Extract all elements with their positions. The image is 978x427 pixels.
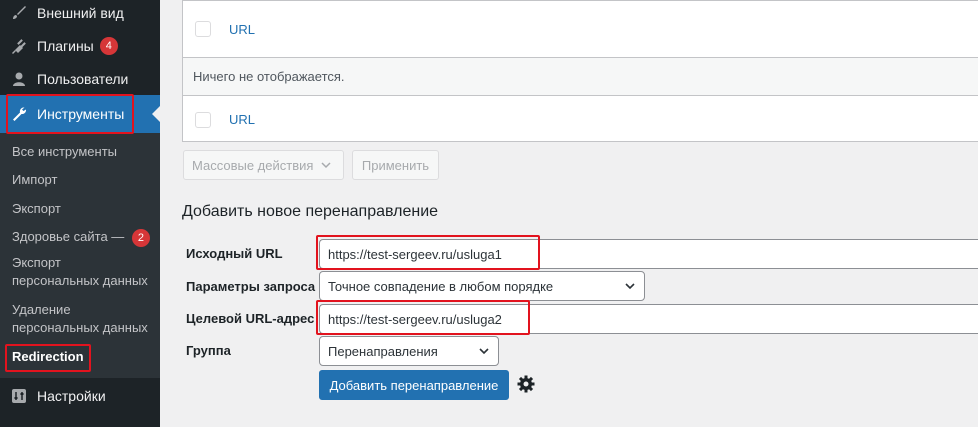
- submenu-all-tools[interactable]: Все инструменты: [12, 143, 117, 161]
- submenu-label: Экспорт: [12, 255, 61, 270]
- source-url-input[interactable]: https://test-sergeev.ru/usluga1: [319, 239, 978, 269]
- table-row: URL: [183, 1, 978, 58]
- chevron-down-icon: [321, 160, 331, 170]
- brush-icon: [9, 3, 29, 23]
- submenu-label-line2: персональных данных: [12, 273, 148, 288]
- menu-item-tools[interactable]: Инструменты: [0, 95, 160, 133]
- column-url-link[interactable]: URL: [229, 22, 255, 37]
- target-url-input[interactable]: https://test-sergeev.ru/usluga2: [319, 304, 978, 334]
- submenu-label: Здоровье сайта —: [12, 229, 125, 244]
- add-redirect-button[interactable]: Добавить перенаправление: [319, 370, 509, 400]
- user-icon: [9, 69, 29, 89]
- menu-item-users[interactable]: Пользователи: [0, 67, 160, 91]
- target-url-label: Целевой URL-адрес: [186, 311, 315, 326]
- menu-label: Внешний вид: [37, 5, 124, 21]
- submenu-label-line2: персональных данных: [12, 320, 148, 335]
- submenu-label: Удаление: [12, 302, 71, 317]
- group-select[interactable]: Перенаправления: [319, 336, 499, 366]
- submenu-export[interactable]: Экспорт: [12, 200, 61, 218]
- query-params-value: Точное совпадение в любом порядке: [328, 278, 554, 294]
- tools-submenu: Все инструменты Импорт Экспорт Здоровье …: [0, 133, 160, 378]
- row-checkbox[interactable]: [195, 21, 211, 37]
- query-params-select[interactable]: Точное совпадение в любом порядке: [319, 271, 645, 301]
- settings-icon: [9, 386, 29, 406]
- bulk-actions-select[interactable]: Массовые действия: [183, 150, 344, 180]
- bulk-actions-label: Массовые действия: [192, 157, 314, 173]
- column-url-link[interactable]: URL: [229, 112, 255, 127]
- plugin-icon: [9, 36, 29, 56]
- chevron-down-icon: [479, 348, 489, 355]
- menu-item-settings[interactable]: Настройки: [0, 384, 160, 408]
- plugins-update-badge: 4: [99, 37, 118, 55]
- site-health-badge: 2: [131, 229, 150, 247]
- menu-label: Настройки: [37, 388, 106, 404]
- gear-icon[interactable]: [516, 374, 536, 394]
- menu-item-plugins[interactable]: Плагины 4: [0, 34, 160, 58]
- submenu-import[interactable]: Импорт: [12, 171, 57, 189]
- empty-message: Ничего не отображается.: [193, 69, 345, 84]
- submenu-redirection[interactable]: Redirection: [12, 348, 84, 366]
- redirects-table: URL Ничего не отображается. URL: [182, 0, 978, 142]
- empty-row: Ничего не отображается.: [183, 58, 978, 96]
- submenu-erase-personal-data[interactable]: Удаление персональных данных: [12, 301, 148, 337]
- wrench-icon: [9, 104, 29, 124]
- source-url-label: Исходный URL: [186, 246, 283, 261]
- menu-item-appearance[interactable]: Внешний вид: [0, 0, 160, 26]
- apply-button[interactable]: Применить: [352, 150, 439, 180]
- menu-label: Пользователи: [37, 71, 129, 87]
- submenu-site-health[interactable]: Здоровье сайта — 2: [12, 228, 150, 247]
- menu-label: Плагины: [37, 38, 94, 54]
- group-label: Группа: [186, 343, 231, 358]
- admin-sidebar: Внешний вид Плагины 4 Пользователи Инстр…: [0, 0, 160, 427]
- menu-label: Инструменты: [37, 106, 125, 122]
- active-menu-arrow: [152, 106, 160, 122]
- table-footer-row: URL: [183, 96, 978, 143]
- submenu-export-personal-data[interactable]: Экспорт персональных данных: [12, 254, 148, 290]
- add-redirect-title: Добавить новое перенаправление: [182, 203, 439, 220]
- query-params-label: Параметры запроса: [186, 279, 316, 294]
- chevron-down-icon: [625, 283, 635, 290]
- group-value: Перенаправления: [328, 343, 438, 359]
- row-checkbox[interactable]: [195, 111, 211, 128]
